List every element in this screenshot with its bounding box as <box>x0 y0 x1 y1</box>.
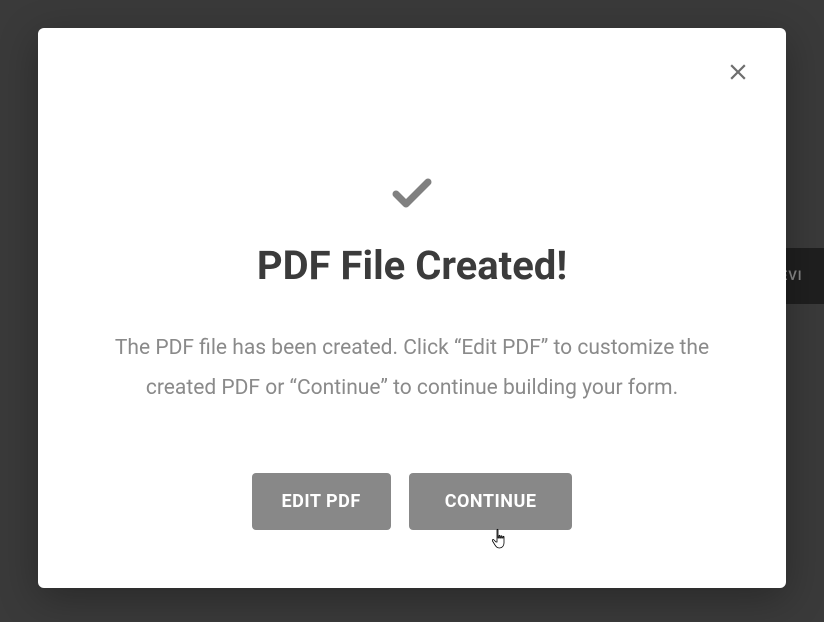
edit-pdf-button[interactable]: EDIT PDF <box>252 473 391 530</box>
button-row: EDIT PDF CONTINUE <box>86 473 738 530</box>
modal-dialog: PDF File Created! The PDF file has been … <box>38 28 786 588</box>
modal-title: PDF File Created! <box>86 242 738 289</box>
check-icon <box>86 178 738 210</box>
continue-button[interactable]: CONTINUE <box>409 473 573 530</box>
modal-description: The PDF file has been created. Click “Ed… <box>86 329 738 409</box>
close-icon <box>725 59 751 85</box>
close-button[interactable] <box>722 56 754 88</box>
